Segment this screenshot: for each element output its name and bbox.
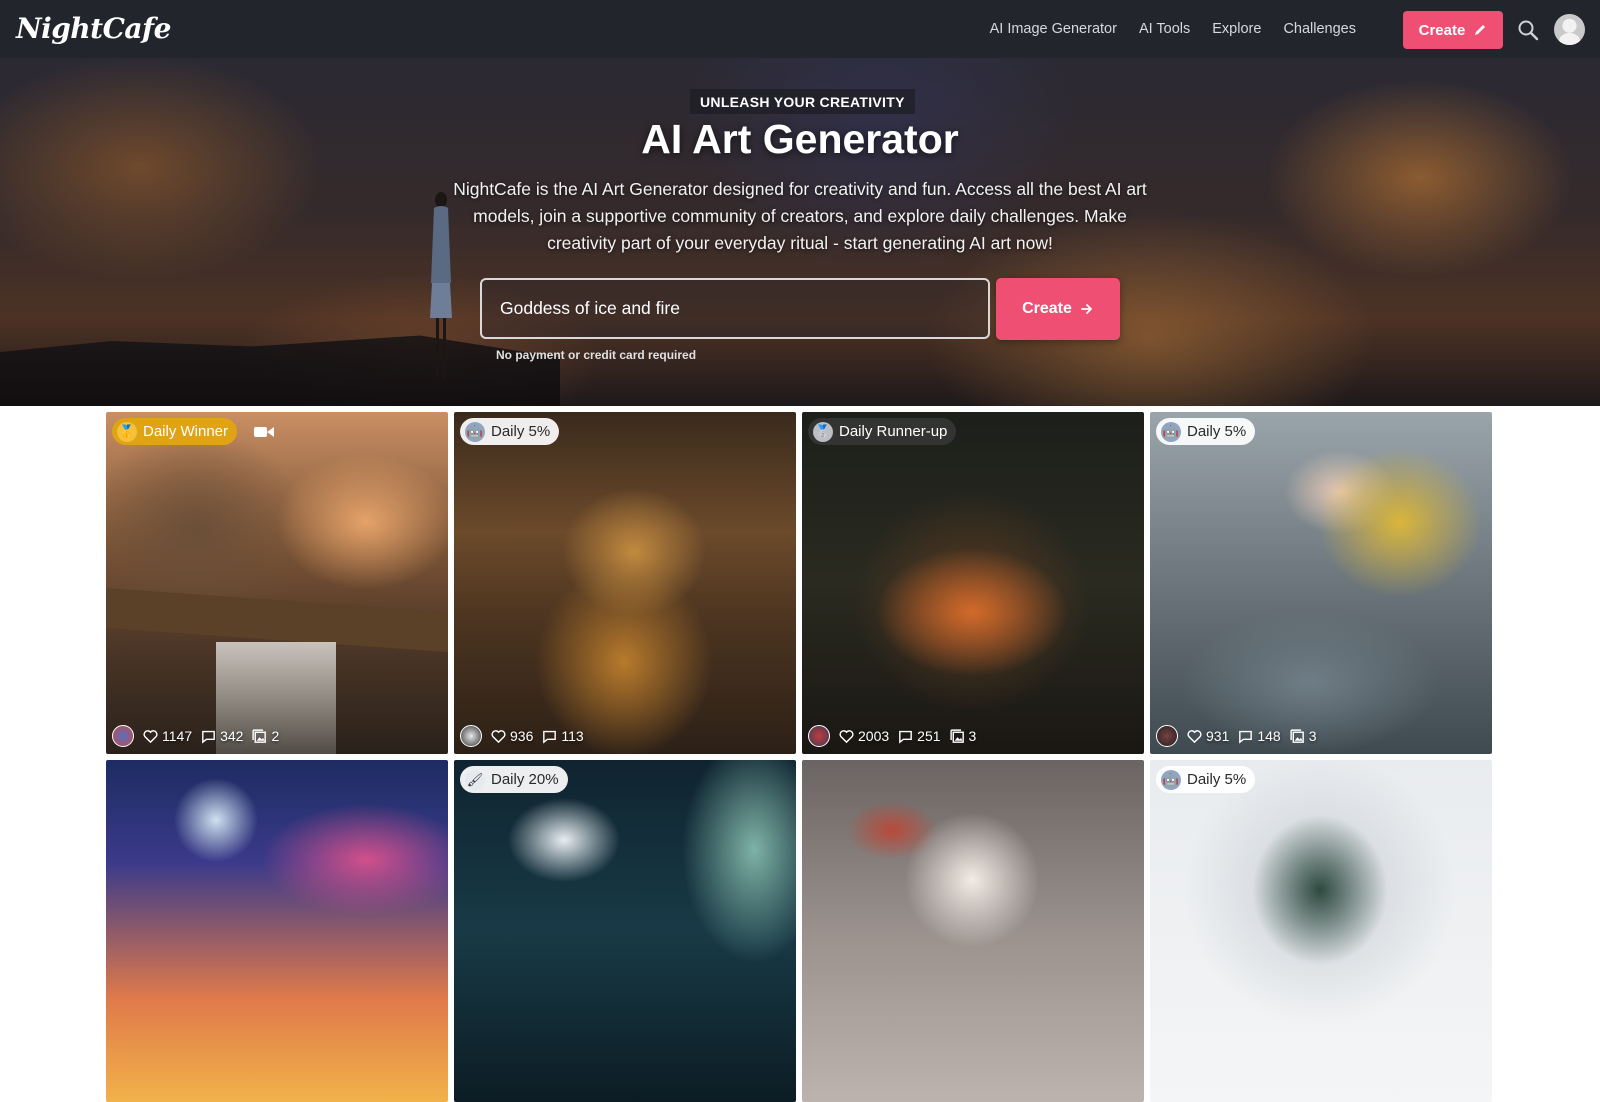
images-stat[interactable]: 2 xyxy=(251,728,279,745)
comments-count: 251 xyxy=(917,728,941,744)
nav-create-button[interactable]: Create xyxy=(1403,11,1503,49)
paintbrush-icon: 🖌 xyxy=(465,769,485,790)
heart-icon xyxy=(491,729,506,743)
badge-label: Daily Winner xyxy=(143,423,229,440)
medal-icon: 🥇 xyxy=(117,421,137,442)
badge-label: Daily 5% xyxy=(1187,771,1247,788)
comments-stat[interactable]: 148 xyxy=(1237,728,1281,745)
comments-stat[interactable]: 113 xyxy=(541,728,584,745)
card-stats: 2003 251 3 xyxy=(808,724,976,748)
images-count: 3 xyxy=(968,728,977,744)
heart-icon xyxy=(1187,729,1202,743)
likes-stat[interactable]: 2003 xyxy=(838,728,889,745)
images-count: 2 xyxy=(271,728,280,744)
hero-create-button[interactable]: Create xyxy=(996,278,1120,340)
likes-stat[interactable]: 1147 xyxy=(142,728,192,745)
search-icon[interactable] xyxy=(1516,18,1540,42)
badge-daily-runner-up: 🥈 Daily Runner-up xyxy=(808,418,957,445)
likes-stat[interactable]: 931 xyxy=(1186,728,1229,745)
comment-icon xyxy=(899,730,913,744)
badge-label: Daily 5% xyxy=(1187,423,1247,440)
heart-icon xyxy=(839,729,854,743)
hero-banner: UNLEASH YOUR CREATIVITY AI Art Generator… xyxy=(0,58,1600,406)
robot-icon: 🤖 xyxy=(1161,421,1181,442)
nav-link-explore[interactable]: Explore xyxy=(1212,21,1261,37)
user-avatar-icon[interactable] xyxy=(1554,14,1585,45)
image-stack-icon xyxy=(1290,728,1304,743)
gallery-card[interactable] xyxy=(802,760,1144,1102)
badge-daily-5: 🤖 Daily 5% xyxy=(1156,418,1256,445)
top-navbar: NightCafe AI Image Generator AI Tools Ex… xyxy=(0,0,1600,58)
hero-create-label: Create xyxy=(1022,300,1072,317)
comment-icon xyxy=(202,730,215,744)
badge-daily-winner: 🥇 Daily Winner xyxy=(112,418,238,445)
heart-icon xyxy=(143,729,158,743)
pencil-icon xyxy=(1475,25,1486,35)
badge-label: Daily Runner-up xyxy=(839,423,948,440)
gallery-card[interactable]: 🥈 Daily Runner-up 2003 251 3 xyxy=(802,412,1144,754)
card-stats: 931 148 3 xyxy=(1156,724,1317,748)
hero-eyebrow: UNLEASH YOUR CREATIVITY xyxy=(690,89,915,114)
robot-icon: 🤖 xyxy=(1161,769,1181,790)
video-icon xyxy=(254,427,274,437)
hero-description: NightCafe is the AI Art Generator design… xyxy=(453,179,1147,253)
images-stat[interactable]: 3 xyxy=(1289,728,1317,745)
badge-label: Daily 20% xyxy=(491,771,559,788)
card-stats: 936 113 xyxy=(460,724,584,748)
creator-avatar[interactable] xyxy=(1156,725,1178,747)
image-stack-icon xyxy=(252,728,267,743)
badge-daily-5: 🤖 Daily 5% xyxy=(460,418,560,445)
hero-content: UNLEASH YOUR CREATIVITY AI Art Generator… xyxy=(0,58,1600,406)
gallery-card[interactable]: 🤖 Daily 5% 931 148 3 xyxy=(1150,412,1492,754)
nightcafe-logo[interactable]: NightCafe xyxy=(16,12,171,45)
nav-link-challenges[interactable]: Challenges xyxy=(1283,21,1356,37)
creator-avatar[interactable] xyxy=(112,725,134,747)
creator-avatar[interactable] xyxy=(808,725,830,747)
comments-count: 113 xyxy=(561,728,584,744)
badge-daily-20: 🖌 Daily 20% xyxy=(460,766,568,793)
comment-icon xyxy=(543,730,557,744)
gallery-card[interactable] xyxy=(106,760,448,1102)
gallery-card[interactable]: 🤖 Daily 5% xyxy=(1150,760,1492,1102)
gallery-card[interactable]: 🥇 Daily Winner 1147 342 2 xyxy=(106,412,448,754)
comment-icon xyxy=(1239,730,1253,744)
images-stat[interactable]: 3 xyxy=(949,728,977,745)
silver-medal-icon: 🥈 xyxy=(813,421,833,442)
hero-title: AI Art Generator xyxy=(641,116,959,162)
prompt-input[interactable] xyxy=(480,278,990,339)
gallery-card[interactable]: 🤖 Daily 5% 936 113 xyxy=(454,412,796,754)
nav-links: AI Image Generator AI Tools Explore Chal… xyxy=(990,0,1356,58)
images-count: 3 xyxy=(1308,728,1317,744)
robot-icon: 🤖 xyxy=(465,421,485,442)
comments-count: 148 xyxy=(1257,728,1281,744)
creator-avatar[interactable] xyxy=(460,725,482,747)
nav-link-ai-image-generator[interactable]: AI Image Generator xyxy=(990,21,1117,37)
nav-create-label: Create xyxy=(1418,21,1466,39)
comments-stat[interactable]: 251 xyxy=(897,728,941,745)
nav-link-ai-tools[interactable]: AI Tools xyxy=(1139,21,1190,37)
likes-count: 931 xyxy=(1206,728,1230,744)
card-stats: 1147 342 2 xyxy=(112,724,279,748)
badge-daily-5: 🤖 Daily 5% xyxy=(1156,766,1256,793)
likes-count: 2003 xyxy=(858,728,890,744)
badge-label: Daily 5% xyxy=(491,423,551,440)
comments-count: 342 xyxy=(220,728,244,744)
no-payment-note: No payment or credit card required xyxy=(496,348,697,362)
comments-stat[interactable]: 342 xyxy=(200,728,243,745)
likes-count: 936 xyxy=(510,728,534,744)
arrow-right-icon xyxy=(1081,304,1093,314)
gallery-card[interactable]: 🖌 Daily 20% xyxy=(454,760,796,1102)
image-stack-icon xyxy=(949,728,964,743)
likes-count: 1147 xyxy=(162,728,193,744)
likes-stat[interactable]: 936 xyxy=(490,728,533,745)
